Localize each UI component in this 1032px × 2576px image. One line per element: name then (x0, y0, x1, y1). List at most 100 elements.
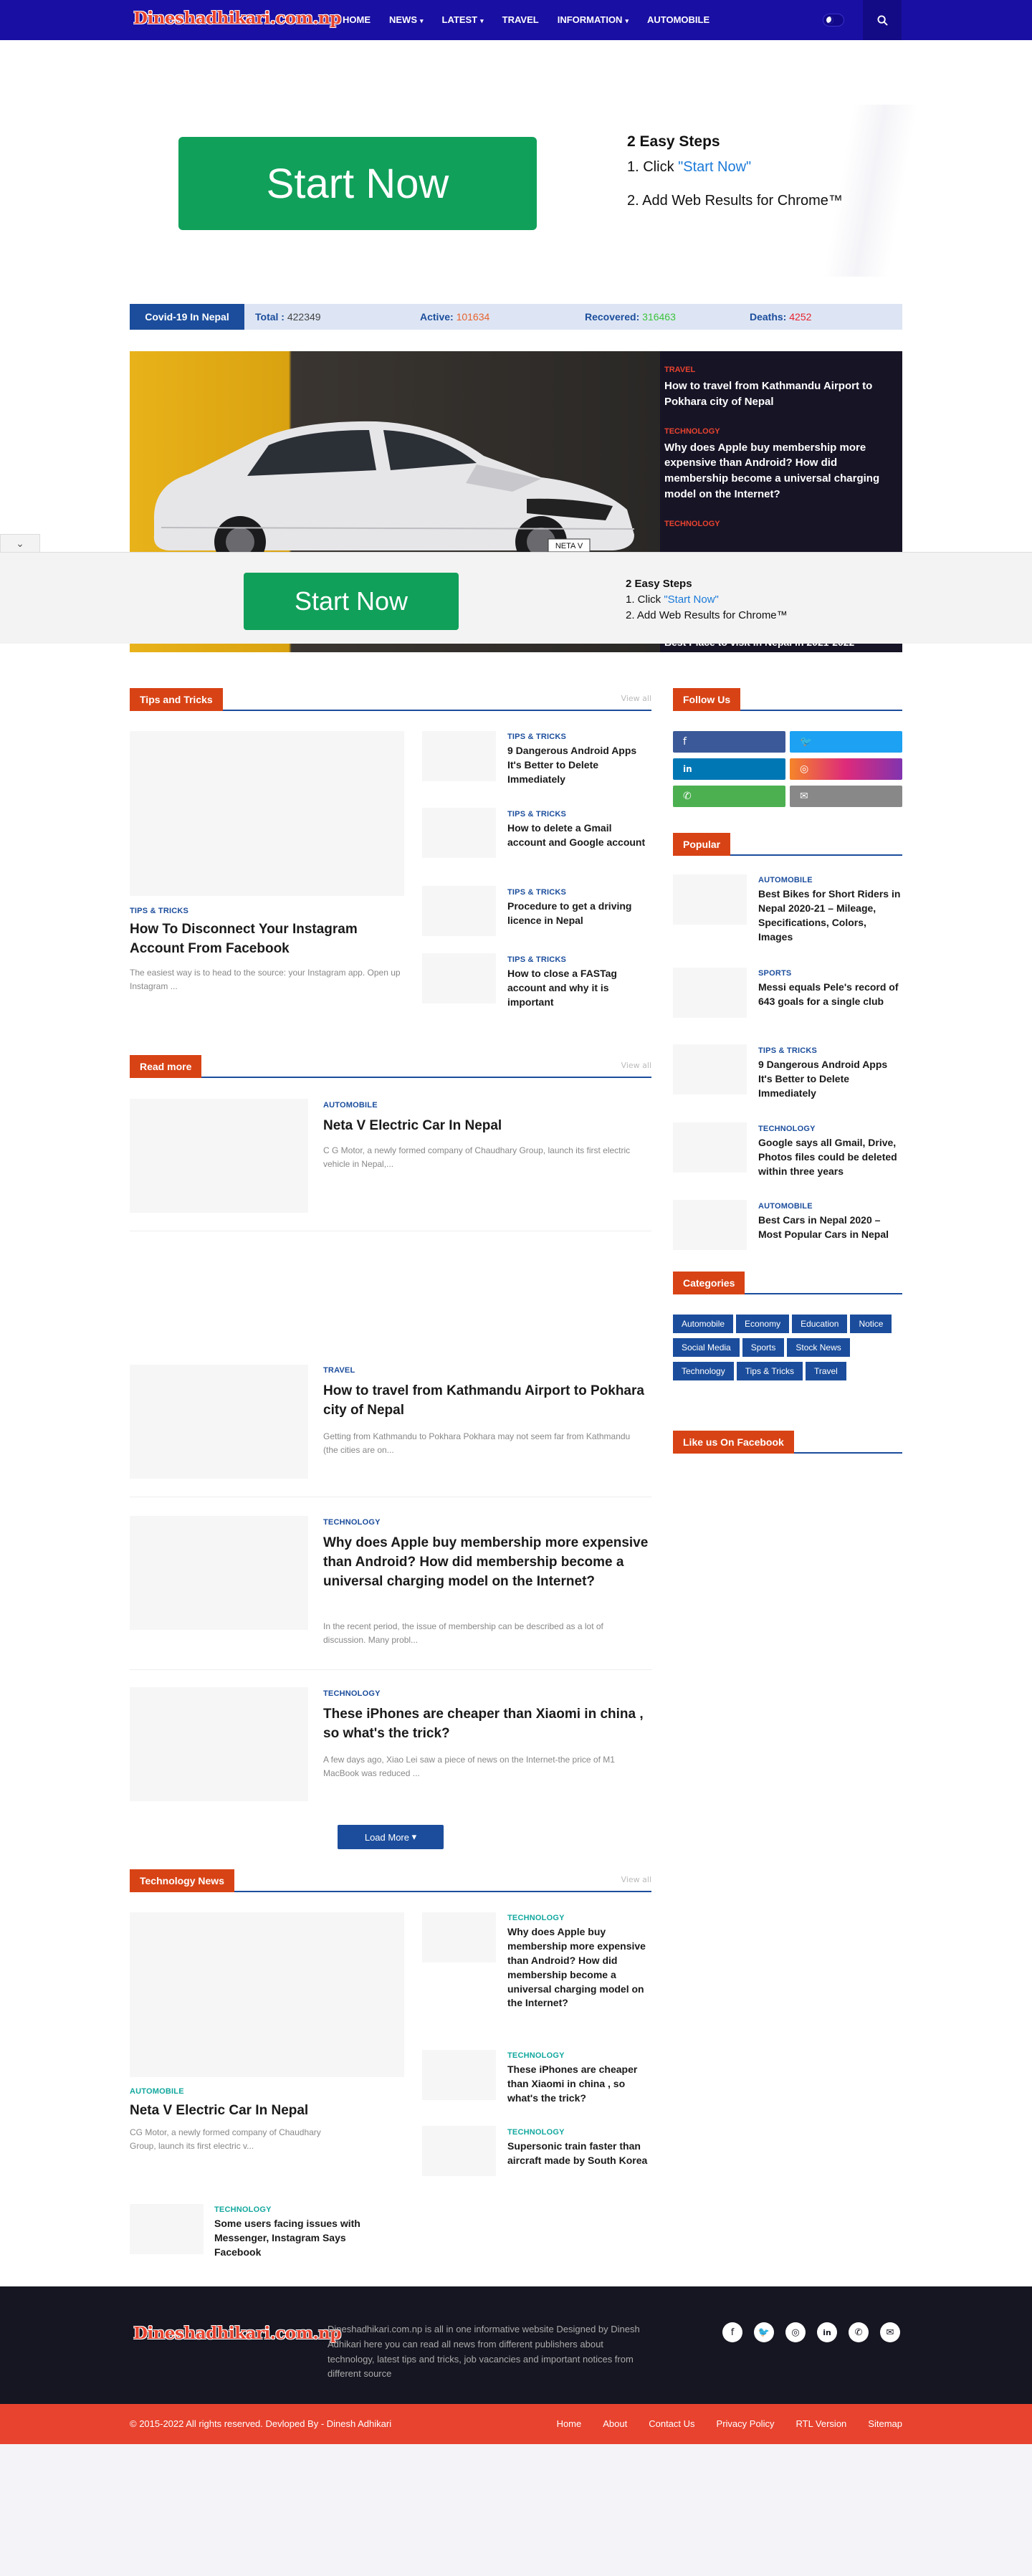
article-thumbnail[interactable] (130, 1912, 404, 2077)
category-tag[interactable]: Stock News (787, 1338, 850, 1357)
article-thumbnail[interactable] (130, 1365, 308, 1479)
article-title[interactable]: These iPhones are cheaper than Xiaomi in… (323, 1705, 649, 1744)
article-thumbnail[interactable] (130, 1099, 308, 1213)
article-category[interactable]: TECHNOLOGY (323, 1689, 381, 1698)
nav-news[interactable]: NEWS ▾ (380, 0, 433, 40)
article-thumbnail[interactable] (130, 1687, 308, 1801)
view-all-link[interactable]: View all (621, 694, 651, 703)
article-title[interactable]: Google says all Gmail, Drive, Photos fil… (758, 1136, 903, 1179)
hero-side-item[interactable]: TECHNOLOGY (664, 520, 894, 528)
article-thumbnail[interactable] (673, 1044, 747, 1094)
category-tag[interactable]: Social Media (673, 1338, 740, 1357)
facebook-icon[interactable]: f (722, 2322, 742, 2342)
category-tag[interactable]: Tips & Tricks (736, 1362, 803, 1380)
hero-side-title[interactable]: How to travel from Kathmandu Airport to … (664, 378, 894, 410)
load-more-button[interactable]: Load More ▾ (338, 1825, 444, 1849)
nav-information[interactable]: INFORMATION ▾ (548, 0, 638, 40)
instagram-share-button[interactable]: ◎ (790, 758, 902, 780)
article-thumbnail[interactable] (130, 2204, 204, 2254)
footer-link-home[interactable]: Home (557, 2404, 582, 2444)
nav-home[interactable]: HOME (333, 0, 380, 40)
article-category[interactable]: TIPS & TRICKS (758, 1046, 817, 1055)
article-title[interactable]: Neta V Electric Car In Nepal (323, 1117, 646, 1136)
article-title[interactable]: Best Bikes for Short Riders in Nepal 202… (758, 887, 903, 945)
linkedin-icon[interactable]: in (817, 2322, 837, 2342)
article-thumbnail[interactable] (673, 968, 747, 1018)
article-thumbnail[interactable] (673, 1122, 747, 1173)
category-tag[interactable]: Travel (805, 1362, 846, 1380)
ad-start-now-button[interactable]: Start Now (178, 137, 537, 230)
article-title[interactable]: Neta V Electric Car In Nepal (130, 2102, 404, 2121)
article-title[interactable]: How to close a FASTag account and why it… (507, 967, 651, 1010)
article-category[interactable]: TECHNOLOGY (323, 1518, 381, 1527)
twitter-share-button[interactable]: 🐦 (790, 731, 902, 753)
hero-side-item[interactable]: TRAVEL How to travel from Kathmandu Airp… (664, 366, 894, 410)
article-category[interactable]: TRAVEL (323, 1366, 355, 1375)
category-tag[interactable]: Economy (736, 1315, 790, 1333)
article-thumbnail[interactable] (422, 808, 496, 858)
nav-travel[interactable]: TRAVEL (493, 0, 548, 40)
view-all-link[interactable]: View all (621, 1061, 651, 1070)
article-title[interactable]: Why does Apple buy membership more expen… (507, 1925, 651, 2010)
email-icon[interactable]: ✉ (880, 2322, 900, 2342)
article-thumbnail[interactable] (422, 731, 496, 781)
article-title[interactable]: Messi equals Pele's record of 643 goals … (758, 981, 903, 1009)
whatsapp-icon[interactable]: ✆ (849, 2322, 869, 2342)
article-category[interactable]: TECHNOLOGY (214, 2205, 272, 2214)
article-title[interactable]: Best Cars in Nepal 2020 – Most Popular C… (758, 1213, 903, 1242)
article-category[interactable]: AUTOMOBILE (758, 876, 813, 884)
facebook-share-button[interactable]: f (673, 731, 785, 753)
ad-step-1-link[interactable]: "Start Now" (664, 593, 719, 606)
category-tag[interactable]: Technology (673, 1362, 734, 1380)
footer-logo[interactable]: Dineshadhikari.com.np (133, 2324, 341, 2343)
instagram-icon[interactable]: ◎ (785, 2322, 806, 2342)
article-category[interactable]: TIPS & TRICKS (507, 955, 566, 964)
article-category[interactable]: SPORTS (758, 969, 791, 978)
dark-mode-toggle[interactable] (823, 14, 844, 27)
article-thumbnail[interactable] (673, 1200, 747, 1250)
category-tag[interactable]: Education (792, 1315, 848, 1333)
category-tag[interactable]: Sports (742, 1338, 785, 1357)
article-thumbnail[interactable] (422, 2126, 496, 2176)
article-category[interactable]: AUTOMOBILE (758, 1202, 813, 1211)
article-title[interactable]: How To Disconnect Your Instagram Account… (130, 920, 404, 959)
email-share-button[interactable]: ✉ (790, 786, 902, 807)
article-thumbnail[interactable] (422, 953, 496, 1003)
article-thumbnail[interactable] (673, 874, 747, 925)
ad-step-1-link[interactable]: "Start Now" (678, 159, 751, 175)
search-button[interactable] (863, 0, 902, 40)
article-title[interactable]: 9 Dangerous Android Apps It's Better to … (507, 744, 651, 787)
article-category[interactable]: TECHNOLOGY (507, 2051, 565, 2060)
article-category[interactable]: TIPS & TRICKS (507, 810, 566, 819)
article-category[interactable]: TIPS & TRICKS (507, 733, 566, 741)
article-thumbnail[interactable] (422, 2050, 496, 2100)
article-category[interactable]: TECHNOLOGY (507, 2128, 565, 2137)
footer-link-rtl[interactable]: RTL Version (796, 2404, 846, 2444)
article-title[interactable]: These iPhones are cheaper than Xiaomi in… (507, 2063, 656, 2106)
ad-start-now-button[interactable]: Start Now (244, 573, 459, 630)
article-category[interactable]: TIPS & TRICKS (507, 888, 566, 897)
article-title[interactable]: Why does Apple buy membership more expen… (323, 1534, 649, 1592)
article-thumbnail[interactable] (130, 731, 404, 896)
linkedin-share-button[interactable]: in (673, 758, 785, 780)
article-category[interactable]: AUTOMOBILE (323, 1101, 378, 1110)
category-tag[interactable]: Automobile (673, 1315, 734, 1333)
footer-link-sitemap[interactable]: Sitemap (868, 2404, 902, 2444)
article-title[interactable]: Some users facing issues with Messenger,… (214, 2217, 365, 2260)
nav-latest[interactable]: LATEST ▾ (433, 0, 493, 40)
article-category[interactable]: TECHNOLOGY (758, 1125, 816, 1133)
hero-side-title[interactable]: Why does Apple buy membership more expen… (664, 440, 894, 502)
twitter-icon[interactable]: 🐦 (754, 2322, 774, 2342)
article-category[interactable]: AUTOMOBILE (130, 2087, 184, 2096)
article-category[interactable]: TECHNOLOGY (507, 1914, 565, 1922)
footer-link-about[interactable]: About (603, 2404, 627, 2444)
article-title[interactable]: How to delete a Gmail account and Google… (507, 821, 651, 850)
article-title[interactable]: Supersonic train faster than aircraft ma… (507, 2139, 651, 2168)
article-title[interactable]: How to travel from Kathmandu Airport to … (323, 1382, 646, 1421)
view-all-link[interactable]: View all (621, 1875, 651, 1884)
article-thumbnail[interactable] (422, 886, 496, 936)
article-thumbnail[interactable] (130, 1516, 308, 1630)
whatsapp-share-button[interactable]: ✆ (673, 786, 785, 807)
footer-link-privacy[interactable]: Privacy Policy (717, 2404, 775, 2444)
article-thumbnail[interactable] (422, 1912, 496, 1962)
